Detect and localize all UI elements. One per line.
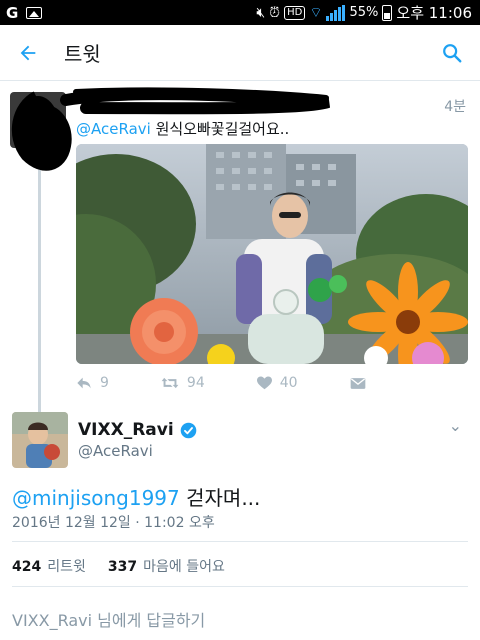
divider [12, 541, 468, 542]
avatar[interactable] [12, 412, 68, 468]
verified-badge-icon [180, 422, 196, 438]
thread-line [38, 148, 41, 454]
child-photo [12, 412, 68, 468]
tweet-body: 걷자며... [179, 486, 261, 510]
scooter-photo [76, 144, 468, 364]
tweet-photo[interactable] [76, 144, 468, 364]
g-logo-icon: G [6, 3, 19, 22]
search-icon [443, 43, 462, 62]
reply-icon [77, 377, 91, 389]
mention-link[interactable]: @AceRavi [76, 120, 151, 138]
tweet-text: @minjisong1997 걷자며... [12, 482, 260, 511]
tweet-stats: 424 리트윗 337 마음에 들어요 [12, 556, 225, 576]
reply-count: 9 [100, 375, 109, 391]
like-total[interactable]: 337 [108, 559, 137, 575]
tweet-text: @AceRavi 원식오빠꽃길걸어요.. [76, 118, 289, 139]
battery-percent: 55% [349, 5, 379, 20]
retweet-label[interactable]: 리트윗 [47, 556, 86, 576]
retweet-icon [161, 377, 179, 389]
mute-icon: 🔇︎ [256, 4, 266, 21]
alarm-icon: ⏰︎ [269, 4, 281, 21]
chevron-down-icon[interactable]: ⌄ [449, 416, 462, 435]
user-handle[interactable]: @AceRavi [78, 442, 153, 460]
arrow-left-icon [20, 45, 36, 60]
clock: 오후 11:06 [396, 4, 472, 22]
parent-tweet[interactable]: 4분 @AceRavi 원식오빠꽃길걸어요.. 9 94 40 [0, 82, 480, 454]
page-title: 트윗 [64, 42, 101, 66]
tweet-time: 4분 [444, 99, 466, 115]
mention-link[interactable]: @minjisong1997 [12, 486, 180, 510]
heart-icon [256, 376, 272, 390]
retweet-button[interactable]: 94 [161, 375, 205, 391]
tweet-timestamp[interactable]: 2016년 12월 12일 · 11:02 오후 [12, 512, 215, 532]
hd-icon: HD [284, 5, 306, 20]
like-count: 40 [279, 375, 298, 391]
wifi-icon: ⌔ [309, 4, 323, 21]
rose-flower [130, 298, 198, 364]
envelope-icon [350, 377, 365, 389]
status-bar: G 🔇︎ ⏰︎ HD ⌔ 55% 오후 11:06 [0, 0, 480, 25]
divider [12, 586, 468, 587]
battery-icon [382, 4, 393, 21]
search-button[interactable] [424, 25, 480, 81]
app-bar: 트윗 [0, 25, 480, 81]
tweet-body: 원식오빠꽃길걸어요.. [150, 120, 290, 138]
retweet-count: 94 [186, 375, 205, 391]
retweet-total[interactable]: 424 [12, 559, 41, 575]
like-button[interactable]: 40 [256, 375, 298, 391]
tweet-actions: 9 94 40 [76, 372, 416, 394]
display-name-text: VIXX_Ravi [78, 420, 174, 440]
reply-input[interactable]: VIXX_Ravi 님에게 답글하기 [12, 607, 205, 631]
display-name[interactable]: VIXX_Ravi [78, 420, 197, 440]
like-label[interactable]: 마음에 들어요 [143, 556, 225, 576]
dm-button[interactable] [350, 377, 366, 390]
reply-button[interactable]: 9 [76, 375, 109, 391]
back-button[interactable] [0, 25, 56, 81]
gallery-icon [26, 6, 43, 19]
signal-icon [326, 4, 346, 21]
